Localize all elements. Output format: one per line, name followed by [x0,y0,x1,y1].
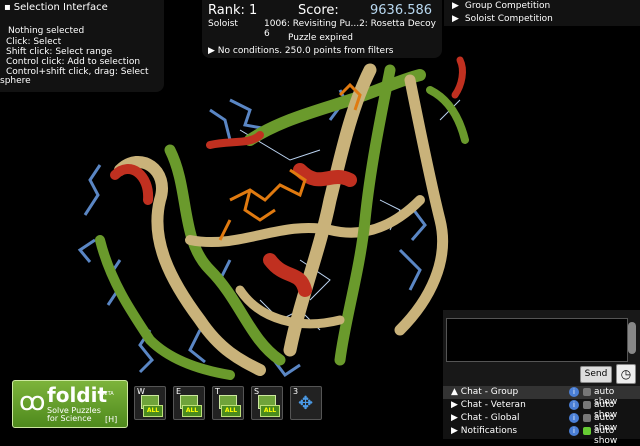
chat-scrollbar[interactable] [628,322,636,354]
logo-beta: BETA [101,391,114,397]
chat-channel-veteran[interactable]: ▶ Chat - Veteran i auto show [443,399,640,420]
rebuild-all-button[interactable]: S ALL [251,386,283,420]
competition-panel: ▶ Group Competition ▶ Soloist Competitio… [444,0,640,26]
score-value: 9636.586 [370,3,433,18]
tool-badge: ALL [182,405,202,417]
status-icon [583,427,591,435]
soloist-competition-toggle[interactable]: ▶ Soloist Competition [452,14,553,24]
move-arrows-icon: ✥ [298,393,314,414]
channel-label: Chat - Global [460,413,520,423]
conditions-text: No conditions. 250.0 points from filters [217,46,394,56]
foldit-logo-button[interactable]: ꝏ foldit BETA Solve Puzzles for Science [… [12,380,128,428]
group-competition-toggle[interactable]: ▶ Group Competition [452,1,550,11]
selection-interface-title[interactable]: ▪ Selection Interface [4,2,108,13]
channel-label: Chat - Veteran [460,400,526,410]
soloist-competition-label: Soloist Competition [464,14,553,24]
info-icon[interactable]: i [569,413,579,423]
info-icon[interactable]: i [569,426,579,436]
auto-show-label[interactable]: auto show [594,426,640,446]
status-icon [583,388,591,396]
score-label: Score: [298,3,339,18]
logo-tagline: Solve Puzzles for Science [47,406,101,423]
tweak-all-button[interactable]: T ALL [212,386,244,420]
chat-message-input[interactable] [446,318,628,362]
send-button[interactable]: Send [580,366,612,383]
clock-icon[interactable]: ◷ [616,364,636,384]
channel-label: Chat - Group [460,387,519,397]
triangle-right-icon: ▶ [451,413,458,423]
selection-status: Nothing selected [8,26,85,36]
score-panel: Rank: 1 Score: 9636.586 Soloist 1006: Re… [202,0,442,58]
channel-label: Notifications [460,426,518,436]
triangle-right-icon: ▶ [452,14,459,24]
puzzle-status: Puzzle expired [288,33,353,43]
triangle-right-icon: ▶ [451,400,458,410]
status-icon [583,414,591,422]
triangle-right-icon: ▶ [451,426,458,436]
ribbon-icon: ꝏ [19,387,46,417]
info-icon[interactable]: i [569,387,579,397]
mode-label: Soloist [208,19,238,29]
selection-help-line: sphere [0,76,31,86]
chat-channel-group[interactable]: ▲ Chat - Group i auto show [443,386,640,407]
info-icon[interactable]: i [569,400,579,410]
chat-channel-notifications[interactable]: ▶ Notifications i auto show [443,425,640,446]
chat-channel-global[interactable]: ▶ Chat - Global i auto show [443,412,640,433]
tool-badge: ALL [143,405,163,417]
rank-label: Rank: 1 [208,3,258,18]
move-tool-button[interactable]: 3 ✥ [290,386,322,420]
group-competition-label: Group Competition [464,1,551,11]
logo-hotkey: [H] [105,415,118,424]
triangle-right-icon: ▶ [452,1,459,11]
chat-channel-list: ▲ Chat - Group i auto show ▶ Chat - Vete… [443,386,640,446]
triangle-right-icon: ▶ [208,46,215,56]
selection-title-text: Selection Interface [13,2,108,13]
tool-badge: ALL [221,405,241,417]
logo-name: foldit [47,383,108,407]
cursor-icon: ▪ [4,2,11,13]
triangle-up-icon: ▲ [451,387,458,397]
shake-all-button[interactable]: E ALL [173,386,205,420]
status-icon [583,401,591,409]
conditions-toggle[interactable]: ▶ No conditions. 250.0 points from filte… [208,46,393,56]
wiggle-all-button[interactable]: W ALL [134,386,166,420]
selection-interface-panel: ▪ Selection Interface Nothing selected C… [0,0,164,92]
tool-badge: ALL [260,405,280,417]
